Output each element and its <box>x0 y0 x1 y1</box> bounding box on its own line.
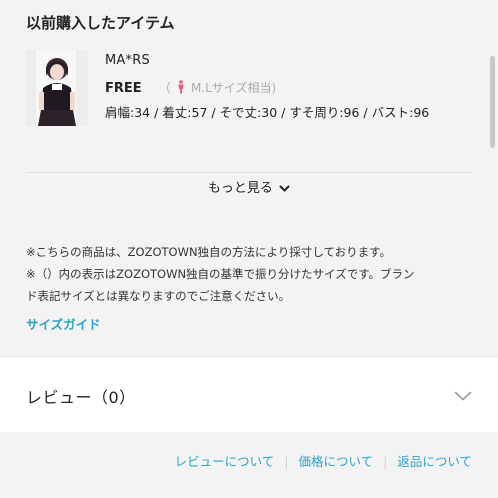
size-guide-link[interactable]: サイズガイド <box>26 314 101 333</box>
item-thumbnail[interactable] <box>26 50 88 126</box>
footer-links: レビューについて | 価格について | 返品について <box>175 451 472 470</box>
person-icon <box>177 79 185 98</box>
size-row: FREE （ M.Lサイズ相当) <box>105 77 277 98</box>
item-measurements: 肩幅:34 / 着丈:57 / そで丈:30 / すそ周り:96 / バスト:9… <box>105 105 430 120</box>
purchased-item[interactable]: MA*RS FREE （ M.Lサイズ相当) 肩幅:34 / 着丈:57 / そ… <box>26 50 466 150</box>
show-more-button[interactable]: もっと見る <box>0 177 498 198</box>
review-info-link[interactable]: レビューについて <box>175 454 275 469</box>
item-photo <box>26 50 88 126</box>
price-info-link[interactable]: 価格について <box>299 454 374 469</box>
chevron-down-icon <box>279 183 290 198</box>
size-note-open: （ <box>158 81 171 95</box>
note-line: ド表記サイズとは異なりますのでご注意ください。 <box>26 289 291 303</box>
size-label: FREE <box>105 81 142 96</box>
size-note-text: M.Lサイズ相当) <box>190 81 277 95</box>
chevron-down-icon[interactable] <box>454 387 472 406</box>
scrollbar[interactable] <box>490 56 495 148</box>
review-section[interactable]: レビュー（0） <box>0 357 498 432</box>
link-separator: | <box>284 454 289 469</box>
review-title: レビュー（0） <box>26 388 136 407</box>
size-notes: ※こちらの商品は、ZOZOTOWN独自の方法により採寸しております。 ※（）内の… <box>26 241 476 307</box>
divider <box>26 172 472 173</box>
return-info-link[interactable]: 返品について <box>397 454 472 469</box>
link-separator: | <box>383 454 388 469</box>
show-more-label: もっと見る <box>207 181 273 196</box>
section-title: 以前購入したアイテム <box>26 14 175 32</box>
item-brand[interactable]: MA*RS <box>105 53 150 68</box>
note-line: ※こちらの商品は、ZOZOTOWN独自の方法により採寸しております。 <box>26 245 391 259</box>
note-line: ※（）内の表示はZOZOTOWN独自の基準で振り分けたサイズです。ブラン <box>26 267 415 281</box>
